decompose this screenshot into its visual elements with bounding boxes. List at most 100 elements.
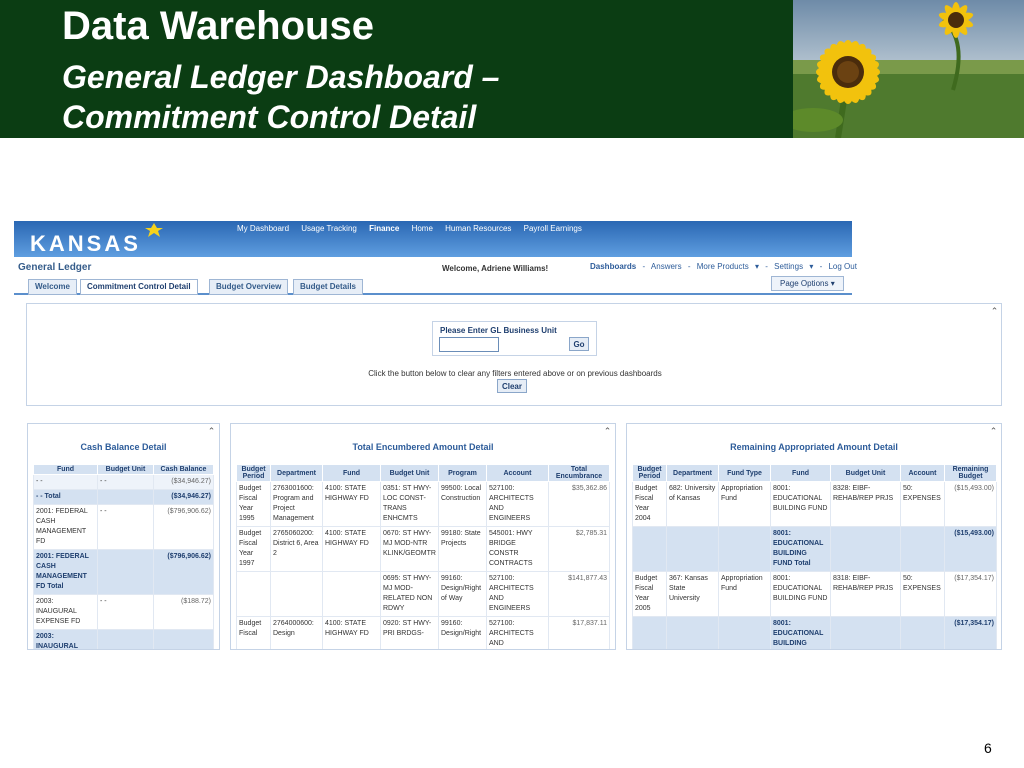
page-options-label: Page Options (780, 279, 829, 288)
column-header[interactable]: Budget Period (236, 464, 271, 482)
collapse-icon[interactable]: ⌃ (988, 426, 999, 437)
business-unit-input[interactable] (439, 337, 499, 352)
table-row: Budget Fiscal Year 1995 2763001600: Progr… (236, 481, 610, 527)
menu-log-out[interactable]: Log Out (828, 262, 856, 271)
global-menu: Dashboards - Answers - More Products ▾ -… (590, 262, 861, 271)
nav-payroll-earnings[interactable]: Payroll Earnings (524, 224, 582, 233)
remaining-appropriated-panel: ⌃ Remaining Appropriated Amount Detail B… (626, 423, 1002, 650)
column-header[interactable]: Program (438, 464, 487, 482)
column-header[interactable]: Department (666, 464, 719, 482)
table-cell: 2765060200: District 6, Area 2 (270, 526, 323, 572)
table-cell: ($796,906.62) (153, 549, 214, 595)
table-cell: 2001: FEDERAL CASH MANAGEMENT FD (33, 504, 98, 550)
column-header[interactable]: Total Encumbrance (548, 464, 610, 482)
column-header[interactable]: Account (486, 464, 549, 482)
tab-budget-details[interactable]: Budget Details (293, 279, 364, 295)
column-header[interactable]: Budget Unit (97, 464, 154, 475)
column-header[interactable]: Account (900, 464, 945, 482)
table-cell: ($17,354.17) (944, 571, 997, 617)
table-cell: 8001: EDUCATIONAL BUILDING FUND (770, 481, 831, 527)
table-cell: 527100: ARCHITECTS AND ENGINEERS (486, 481, 549, 527)
table-row: 2001: FEDERAL CASH MANAGEMENT FD Total ($… (33, 549, 214, 595)
table-cell: 8001: EDUCATIONAL BUILDING FUND (770, 571, 831, 617)
table-row: Budget Fiscal Year 2005 367: Kansas State… (632, 571, 997, 617)
collapse-icon[interactable]: ⌃ (206, 426, 217, 437)
table-cell: 0351: ST HWY-LOC CONST-TRANS ENHCMTS (380, 481, 439, 527)
tab-budget-overview[interactable]: Budget Overview (209, 279, 289, 295)
menu-separator: - (765, 262, 768, 271)
total-encumbered-table: Budget Period Department Fund Budget Uni… (236, 464, 610, 649)
table-row: 2003: INAUGURAL EXPENSE FD - - ($188.72) (33, 594, 214, 630)
column-header[interactable]: Fund (322, 464, 381, 482)
table-cell: 8318: EIBF-REHAB/REP PRJS (830, 571, 901, 617)
table-row: 8001: EDUCATIONAL BUILDING FUND Total ($1… (632, 616, 997, 649)
collapse-icon[interactable]: ⌃ (602, 426, 613, 437)
column-header[interactable]: Fund (33, 464, 98, 475)
table-cell: $17,837.11 (548, 616, 610, 649)
table-cell: 367: Kansas State University (666, 571, 719, 617)
clear-button[interactable]: Clear (497, 379, 527, 393)
nav-usage-tracking[interactable]: Usage Tracking (301, 224, 357, 233)
slide-number: 6 (984, 740, 992, 756)
table-cell: 4100: STATE HIGHWAY FD (322, 481, 381, 527)
table-cell: 50: EXPENSES (900, 571, 945, 617)
dashboard-tabs: Welcome Commitment Control Detail Budget… (14, 277, 852, 295)
menu-settings[interactable]: Settings (774, 262, 803, 271)
menu-more-products[interactable]: More Products (697, 262, 749, 271)
menu-answers[interactable]: Answers (651, 262, 682, 271)
table-cell (718, 616, 771, 649)
table-cell: Budget Fiscal Year 2005 (632, 571, 667, 617)
table-cell (97, 549, 154, 595)
column-header[interactable]: Budget Period (632, 464, 667, 482)
table-cell: 527100: ARCHITECTS AND ENGINEERS (486, 571, 549, 617)
clear-instructions: Click the button below to clear any filt… (368, 369, 662, 378)
table-cell: Appropriation Fund (718, 481, 771, 527)
top-nav: My Dashboard Usage Tracking Finance Home… (237, 224, 592, 233)
table-cell: 99160: Design/Right of Way (438, 571, 487, 617)
table-cell: 2764000600: Design (270, 616, 323, 649)
nav-home[interactable]: Home (412, 224, 433, 233)
table-row: 2001: FEDERAL CASH MANAGEMENT FD - - ($796… (33, 504, 214, 550)
table-cell (632, 616, 667, 649)
nav-finance[interactable]: Finance (369, 224, 399, 233)
column-header[interactable]: Budget Unit (830, 464, 901, 482)
collapse-icon[interactable]: ⌃ (989, 306, 1000, 317)
tab-welcome[interactable]: Welcome (28, 279, 77, 295)
menu-dashboards[interactable]: Dashboards (590, 262, 636, 271)
column-header[interactable]: Department (270, 464, 323, 482)
column-header[interactable]: Budget Unit (380, 464, 439, 482)
subtitle-line-1: General Ledger Dashboard – (62, 59, 500, 95)
nav-my-dashboard[interactable]: My Dashboard (237, 224, 289, 233)
table-cell: ($15,493.00) (944, 481, 997, 527)
welcome-message: Welcome, Adriene Williams! (442, 264, 549, 273)
column-header[interactable]: Fund (770, 464, 831, 482)
column-header[interactable]: Fund Type (718, 464, 771, 482)
go-button[interactable]: Go (569, 337, 589, 351)
chevron-down-icon: ▾ (809, 262, 814, 271)
table-cell: $141,877.43 (548, 571, 610, 617)
nav-human-resources[interactable]: Human Resources (445, 224, 511, 233)
table-cell (830, 526, 901, 572)
table-cell (666, 616, 719, 649)
star-icon (145, 223, 163, 237)
table-row: 0695: ST HWY-MJ MOD-RELATED NON RDWY 9916… (236, 571, 610, 617)
table-cell: $2,785.31 (548, 526, 610, 572)
tab-commitment-control-detail[interactable]: Commitment Control Detail (80, 279, 198, 295)
column-header[interactable]: Cash Balance (153, 464, 214, 475)
title-banner: Data Warehouse General Ledger Dashboard … (0, 0, 1024, 138)
table-cell: 0695: ST HWY-MJ MOD-RELATED NON RDWY (380, 571, 439, 617)
table-cell: - - (97, 504, 154, 550)
column-header[interactable]: Remaining Budget (944, 464, 997, 482)
table-cell (900, 526, 945, 572)
kansas-logo: KANSAS (30, 231, 141, 256)
table-cell (97, 629, 154, 649)
panel-title: Total Encumbered Amount Detail (352, 442, 494, 452)
table-cell: 8001: EDUCATIONAL BUILDING FUND Total (770, 616, 831, 649)
table-row: - -- - ($34,946.27) (33, 474, 214, 490)
table-cell: 4100: STATE HIGHWAY FD (322, 526, 381, 572)
table-cell (153, 629, 214, 649)
table-cell: 8001: EDUCATIONAL BUILDING FUND Total (770, 526, 831, 572)
table-cell (322, 571, 381, 617)
page-options-button[interactable]: Page Options ▾ (771, 276, 844, 291)
chevron-down-icon: ▾ (830, 279, 835, 288)
